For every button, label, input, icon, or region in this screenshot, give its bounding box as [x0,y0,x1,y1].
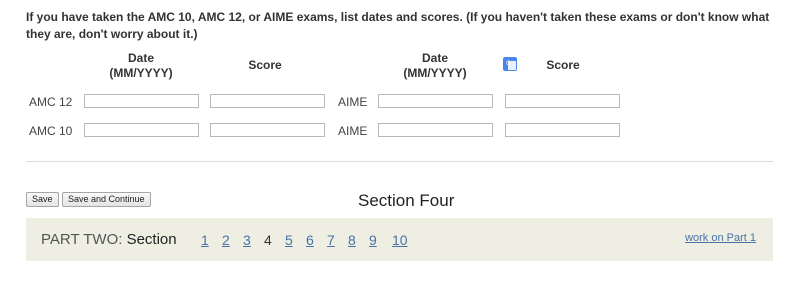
section-link-7[interactable]: 7 [327,232,335,248]
section-title: Section Four [358,191,455,210]
work-on-part-1-link[interactable]: work on Part 1 [685,232,756,244]
part-prefix: PART TWO: [41,231,127,248]
intro-text: If you have taken the AMC 10, AMC 12, or… [26,10,770,41]
aime1-date-input[interactable] [378,94,493,108]
amc10-score-input[interactable] [210,123,325,137]
section-link-2[interactable]: 2 [222,232,230,248]
left-score-header: Score [248,58,282,72]
amc10-date-input[interactable] [84,123,199,137]
svg-text:G: G [506,60,511,67]
left-date-header-line1: Date [127,51,154,65]
left-date-header: Date (MM/YYYY) [106,51,176,81]
left-date-header-line2: (MM/YYYY) [109,66,173,80]
section-link-6[interactable]: 6 [306,232,314,248]
part-label: PART TWO: Section [41,231,177,248]
section-link-3[interactable]: 3 [243,232,251,248]
section-link-8[interactable]: 8 [348,232,356,248]
section-link-10[interactable]: 10 [392,232,408,248]
aime2-score-input[interactable] [505,123,620,137]
section-current-4: 4 [264,232,272,248]
section-link-1[interactable]: 1 [201,232,209,248]
row-label-amc12: AMC 12 [29,95,73,109]
google-translate-icon[interactable]: G [503,57,517,71]
aime2-date-input[interactable] [378,123,493,137]
row-label-aime-2: AIME [338,124,368,138]
part-navigation-bar: PART TWO: Section 1 2 3 4 5 6 7 8 9 10 w… [26,218,773,261]
amc12-score-input[interactable] [210,94,325,108]
row-label-aime-1: AIME [338,95,368,109]
right-date-header-line2: (MM/YYYY) [403,66,467,80]
right-date-header-line1: Date [421,51,448,65]
aime1-score-input[interactable] [505,94,620,108]
row-label-amc10: AMC 10 [29,124,73,138]
amc12-date-input[interactable] [84,94,199,108]
section-word: Section [126,231,177,248]
right-score-header: Score [546,58,580,72]
right-date-header: Date (MM/YYYY) [400,51,470,81]
section-link-9[interactable]: 9 [369,232,377,248]
section-link-5[interactable]: 5 [285,232,293,248]
section-divider [26,161,773,162]
save-and-continue-button[interactable]: Save and Continue [62,192,151,207]
save-button[interactable]: Save [26,192,59,207]
